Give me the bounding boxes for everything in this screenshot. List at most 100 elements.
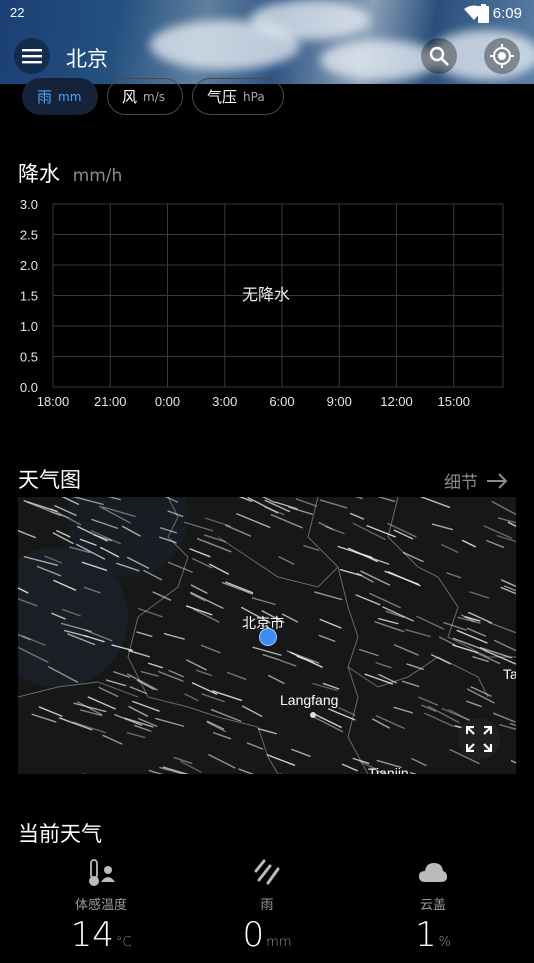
fullscreen-button[interactable] xyxy=(458,718,500,760)
metric-unit: °C xyxy=(116,935,132,950)
map-label-edge-right: Ta xyxy=(503,666,516,682)
metric-label: 云盖 xyxy=(373,894,493,913)
wind-streak xyxy=(169,562,193,572)
metric-unit: % xyxy=(439,935,451,950)
wind-streak xyxy=(197,670,212,675)
wind-streak xyxy=(292,749,310,756)
metric-label: 雨 xyxy=(207,894,327,913)
chip-rain[interactable]: 雨mm xyxy=(22,78,98,115)
wind-streak xyxy=(164,634,184,639)
wind-streak xyxy=(185,522,213,530)
menu-button[interactable] xyxy=(14,38,50,74)
region-border xyxy=(348,667,368,774)
wind-streak xyxy=(210,564,228,574)
wind-streak xyxy=(489,622,516,634)
y-tick-label: 3.0 xyxy=(20,197,38,212)
wind-streak xyxy=(412,759,426,766)
region-border xyxy=(388,497,516,657)
wind-streak xyxy=(159,672,183,681)
wind-streak xyxy=(88,697,115,709)
wind-streak xyxy=(510,497,516,503)
wind-streak xyxy=(406,630,430,637)
x-tick-label: 12:00 xyxy=(380,394,413,409)
wind-streak xyxy=(471,687,491,696)
rain-icon xyxy=(252,858,282,888)
metric-value: 1 xyxy=(415,915,437,955)
my-location-icon xyxy=(489,43,515,69)
wind-streak xyxy=(440,637,455,645)
fullscreen-expand-icon xyxy=(466,726,492,752)
map-layer-chips: 雨mm 风 m/s 气压hPa xyxy=(0,78,534,118)
chart-annotation: 无降水 xyxy=(242,285,290,304)
y-tick-label: 1.0 xyxy=(20,319,38,334)
chip-wind-unit: m/s xyxy=(143,90,165,104)
wind-streak xyxy=(253,598,275,604)
wind-streak xyxy=(376,716,404,728)
wind-streak xyxy=(276,502,298,509)
wind-streak xyxy=(512,761,516,774)
wind-streak xyxy=(411,773,437,774)
wind-streak xyxy=(107,680,126,685)
wind-streak xyxy=(228,672,246,679)
wind-streak xyxy=(502,580,516,594)
wind-streak xyxy=(32,714,56,722)
wind-streak xyxy=(320,500,346,508)
chip-rain-unit: mm xyxy=(58,90,81,104)
wind-streak xyxy=(360,650,378,656)
wind-streak xyxy=(348,497,362,498)
wind-streak xyxy=(243,706,262,716)
wind-streak xyxy=(494,713,515,722)
chip-wind-label: 风 xyxy=(122,86,137,107)
weather-map-details-link[interactable]: 细节 xyxy=(444,468,508,493)
search-button[interactable] xyxy=(421,38,457,74)
wind-streak xyxy=(248,498,277,513)
wind-streak xyxy=(60,718,92,730)
weather-map-title: 天气图 xyxy=(18,464,81,494)
wind-streak xyxy=(259,729,277,734)
metric-cloud-cover: 云盖 1% xyxy=(373,858,493,963)
weather-map[interactable]: 北京市 Langfang Ta Tianjin xyxy=(18,497,516,774)
wind-streak xyxy=(355,552,388,564)
wind-streak xyxy=(144,571,162,580)
wind-streak xyxy=(315,592,342,600)
wind-streak xyxy=(141,672,158,676)
wind-streak xyxy=(187,660,206,670)
wind-streak xyxy=(40,707,62,716)
wind-streak xyxy=(135,726,151,732)
x-tick-label: 18:00 xyxy=(37,394,70,409)
wind-streak xyxy=(156,719,183,727)
wind-streak xyxy=(291,653,322,668)
chip-pressure-unit: hPa xyxy=(243,90,265,104)
wind-streak xyxy=(128,733,145,738)
app-bar: 北京 xyxy=(0,34,534,80)
wind-streak xyxy=(226,582,252,592)
wind-streak xyxy=(185,694,198,701)
wind-streak xyxy=(444,623,466,630)
wind-streak xyxy=(149,771,172,774)
wind-streak xyxy=(103,736,122,744)
arrow-right-icon xyxy=(486,473,508,489)
wind-streak xyxy=(198,539,231,552)
wind-streak xyxy=(311,716,342,732)
y-tick-label: 1.5 xyxy=(20,289,38,304)
y-tick-label: 0.0 xyxy=(20,380,38,395)
wind-streak xyxy=(487,541,504,548)
status-time: 6:09 xyxy=(493,5,522,22)
region-border xyxy=(218,537,338,587)
metric-unit: mm xyxy=(266,935,291,950)
chip-pressure[interactable]: 气压hPa xyxy=(192,78,284,115)
precip-unit: mm/h xyxy=(73,166,123,186)
x-tick-label: 15:00 xyxy=(437,394,470,409)
chip-wind[interactable]: 风 m/s xyxy=(107,78,183,115)
wind-streak xyxy=(73,722,105,732)
wind-streak xyxy=(239,769,256,774)
my-location-button[interactable] xyxy=(484,38,520,74)
wind-streak xyxy=(419,697,438,705)
wind-streak xyxy=(223,583,253,594)
metric-rain: 雨 0mm xyxy=(207,858,327,963)
cloud-icon xyxy=(418,858,448,888)
wind-streak xyxy=(226,525,251,536)
wind-streak xyxy=(207,722,225,731)
wind-streak xyxy=(329,709,355,720)
wind-streak xyxy=(202,645,221,652)
